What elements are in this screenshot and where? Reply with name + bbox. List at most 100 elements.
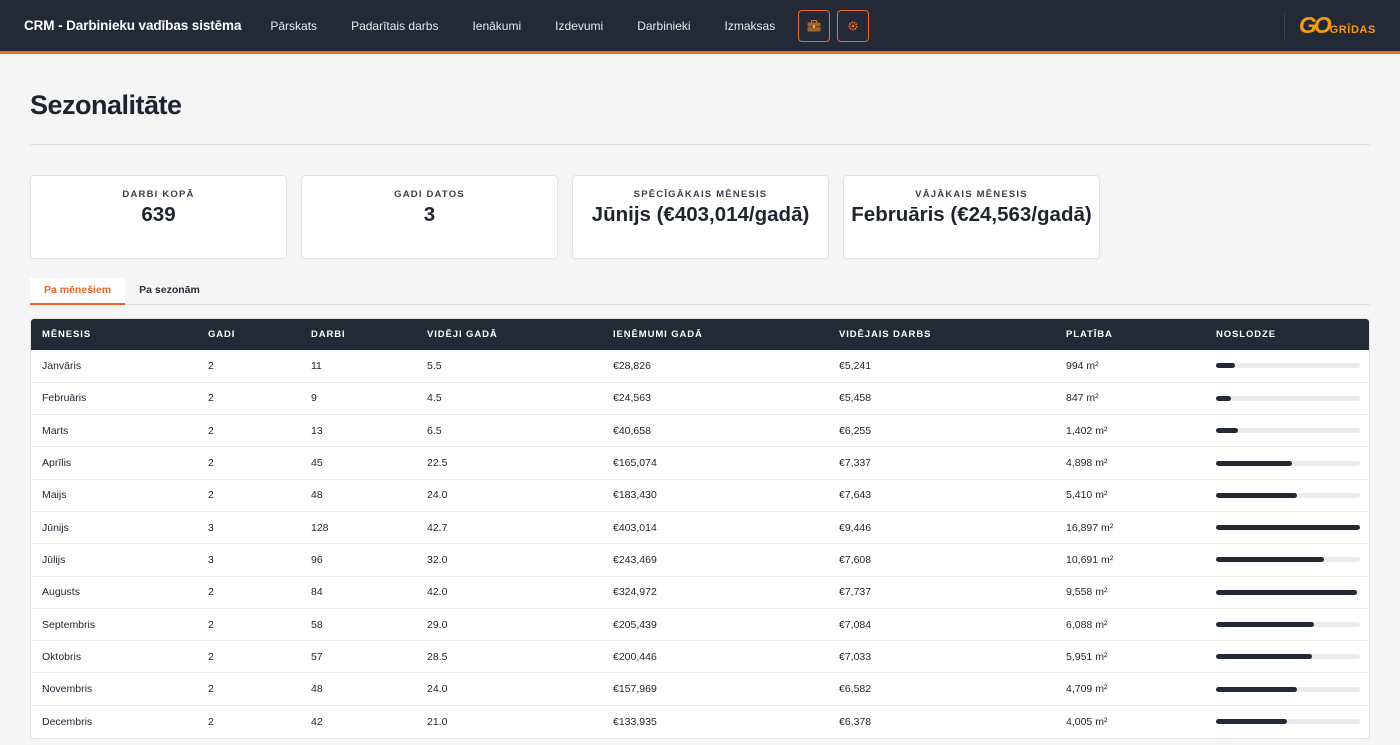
cell-years: 2 <box>197 575 300 609</box>
nav-item-izdevumi[interactable]: Izdevumi <box>555 19 603 33</box>
settings-button[interactable] <box>837 9 870 42</box>
cell-revenue: €205,439 <box>602 607 828 641</box>
table-row[interactable]: Jūlijs 3 96 32.0 €243,469 €7,608 10,691 m² <box>31 543 1369 577</box>
cell-month: Septembris <box>31 607 197 641</box>
col-header-avg-job[interactable]: Vidējais darbs <box>828 319 1055 350</box>
cell-jobs: 128 <box>300 510 416 544</box>
cell-years: 2 <box>197 704 300 738</box>
app-title[interactable]: CRM - Darbinieku vadības sistēma <box>24 18 241 33</box>
cell-area: 847 m² <box>1055 381 1205 415</box>
cell-avg-job: €5,241 <box>839 359 872 372</box>
cell-month: Aprīlis <box>31 446 197 480</box>
tab-by-seasons[interactable]: Pa sezonām <box>125 278 214 305</box>
cell-avg-job: €6,378 <box>828 704 1055 738</box>
tab-by-months[interactable]: Pa mēnešiem <box>30 278 126 305</box>
main-nav: Pārskats Padarītais darbs Ienākumi Izdev… <box>253 9 870 42</box>
cell-revenue: €133,935 <box>602 704 828 738</box>
cell-area: 6,088 m² <box>1055 607 1205 641</box>
cell-load <box>1205 414 1369 447</box>
table-row[interactable]: Marts 2 13 6.5 €40,658 €6,255 1,402 m² <box>31 414 1369 447</box>
load-bar-track <box>1216 686 1360 692</box>
cell-avg-per-year: 32.0 <box>416 543 602 577</box>
cell-revenue: €165,074 <box>602 446 828 480</box>
cell-avg-job: €6,582 <box>828 672 1055 706</box>
load-bar-track <box>1216 363 1360 369</box>
nav-item-izmaksas[interactable]: Izmaksas <box>725 19 776 33</box>
card-label: Vājākais mēnesis <box>915 189 1028 200</box>
table-row[interactable]: Augusts 2 84 42.0 €324,972 €7,737 9,558 m² <box>31 575 1369 609</box>
company-logo[interactable]: GO GRĪDAS <box>1299 14 1376 37</box>
cell-load <box>1205 381 1369 415</box>
cell-revenue: €28,826 <box>613 359 651 372</box>
load-bar-fill <box>1216 686 1297 692</box>
cell-jobs: 48 <box>300 478 416 512</box>
load-bar-track <box>1216 622 1360 628</box>
load-bar-fill <box>1216 395 1232 401</box>
nav-item-parskats[interactable]: Pārskats <box>270 19 317 33</box>
table-row[interactable]: Februāris 2 9 4.5 €24,563 €5,458 847 m² <box>31 381 1369 415</box>
card-total-jobs: Darbi kopā 639 <box>30 175 287 259</box>
table-row[interactable]: Decembris 2 42 21.0 €133,935 €6,378 4,005 m² <box>31 704 1369 738</box>
load-bar-fill <box>1216 525 1360 531</box>
cell-jobs: 57 <box>300 640 416 673</box>
cell-load <box>1205 478 1369 512</box>
cell-years: 2 <box>197 672 300 706</box>
cell-area: 4,709 m² <box>1055 672 1205 706</box>
col-header-load[interactable]: Noslodze <box>1205 319 1369 350</box>
nav-item-ienakumi[interactable]: Ienākumi <box>472 19 521 33</box>
cell-month: Augusts <box>31 575 197 609</box>
cell-jobs: 13 <box>300 414 416 447</box>
cell-area: 4,898 m² <box>1055 446 1205 480</box>
cell-revenue: €24,563 <box>602 381 828 415</box>
cell-years: 2 <box>197 478 300 512</box>
logo-text: GRĪDAS <box>1329 23 1376 36</box>
col-header-revenue-per-year[interactable]: Ieņēmumi gadā <box>602 319 828 350</box>
table-row[interactable]: Aprīlis 2 45 22.5 €165,074 €7,337 4,898 m² <box>31 446 1369 480</box>
nav-item-padaritais-darbs[interactable]: Padarītais darbs <box>351 19 438 33</box>
briefcase-button[interactable] <box>798 9 831 42</box>
cell-avg-per-year: 22.5 <box>416 446 602 480</box>
cell-avg-job: €9,446 <box>828 510 1055 544</box>
cell-jobs: 45 <box>300 446 416 480</box>
cell-area: 994 m² <box>1066 359 1099 372</box>
table-row[interactable]: Septembris 2 58 29.0 €205,439 €7,084 6,088 m² <box>31 607 1369 641</box>
cell-load <box>1205 672 1369 706</box>
load-bar-fill <box>1216 363 1235 369</box>
cell-area: 9,558 m² <box>1055 575 1205 609</box>
card-weakest-month: Vājākais mēnesis Februāris (€24,563/gadā… <box>843 175 1100 259</box>
cell-month: Marts <box>31 414 197 447</box>
cell-years: 2 <box>197 381 300 415</box>
cell-avg-job: €7,033 <box>828 640 1055 673</box>
nav-item-darbinieki[interactable]: Darbinieki <box>637 19 690 33</box>
cell-jobs: 9 <box>300 381 416 415</box>
cell-jobs: 48 <box>300 672 416 706</box>
cell-area: 4,005 m² <box>1055 704 1205 738</box>
load-bar-track <box>1216 460 1360 466</box>
cell-area: 16,897 m² <box>1055 510 1205 544</box>
col-header-area[interactable]: Platība <box>1055 319 1205 350</box>
cell-jobs: 11 <box>311 359 322 372</box>
card-years-in-data: Gadi datos 3 <box>301 175 558 259</box>
cell-avg-job: €7,337 <box>828 446 1055 480</box>
cell-revenue: €183,430 <box>602 478 828 512</box>
card-label: Spēcīgākais mēnesis <box>633 189 768 200</box>
cell-load <box>1205 575 1369 609</box>
table-row[interactable]: Maijs 2 48 24.0 €183,430 €7,643 5,410 m² <box>31 478 1369 512</box>
table-row[interactable]: Janvāris 2 11 5.5 €28,826 €5,241 994 m² <box>31 350 1369 382</box>
col-header-jobs[interactable]: Darbi <box>300 319 416 350</box>
topbar-right: GO GRĪDAS <box>1283 0 1400 51</box>
cell-years: 2 <box>197 607 300 641</box>
table-row[interactable]: Novembris 2 48 24.0 €157,969 €6,582 4,709 m² <box>31 672 1369 706</box>
cell-jobs: 84 <box>300 575 416 609</box>
col-header-years[interactable]: Gadi <box>197 319 300 350</box>
load-bar-fill <box>1216 460 1293 466</box>
col-header-avg-per-year[interactable]: Vidēji gadā <box>416 319 602 350</box>
cell-area: 1,402 m² <box>1055 414 1205 447</box>
load-bar-track <box>1216 719 1360 725</box>
cell-month: Novembris <box>31 672 197 706</box>
table-row[interactable]: Oktobris 2 57 28.5 €200,446 €7,033 5,951 m² <box>31 640 1369 673</box>
cell-revenue: €40,658 <box>602 414 828 447</box>
table-row[interactable]: Jūnijs 3 128 42.7 €403,014 €9,446 16,897 m² <box>31 510 1369 544</box>
col-header-month[interactable]: Mēnesis <box>31 319 197 350</box>
card-value: Februāris (€24,563/gadā) <box>851 203 1092 226</box>
